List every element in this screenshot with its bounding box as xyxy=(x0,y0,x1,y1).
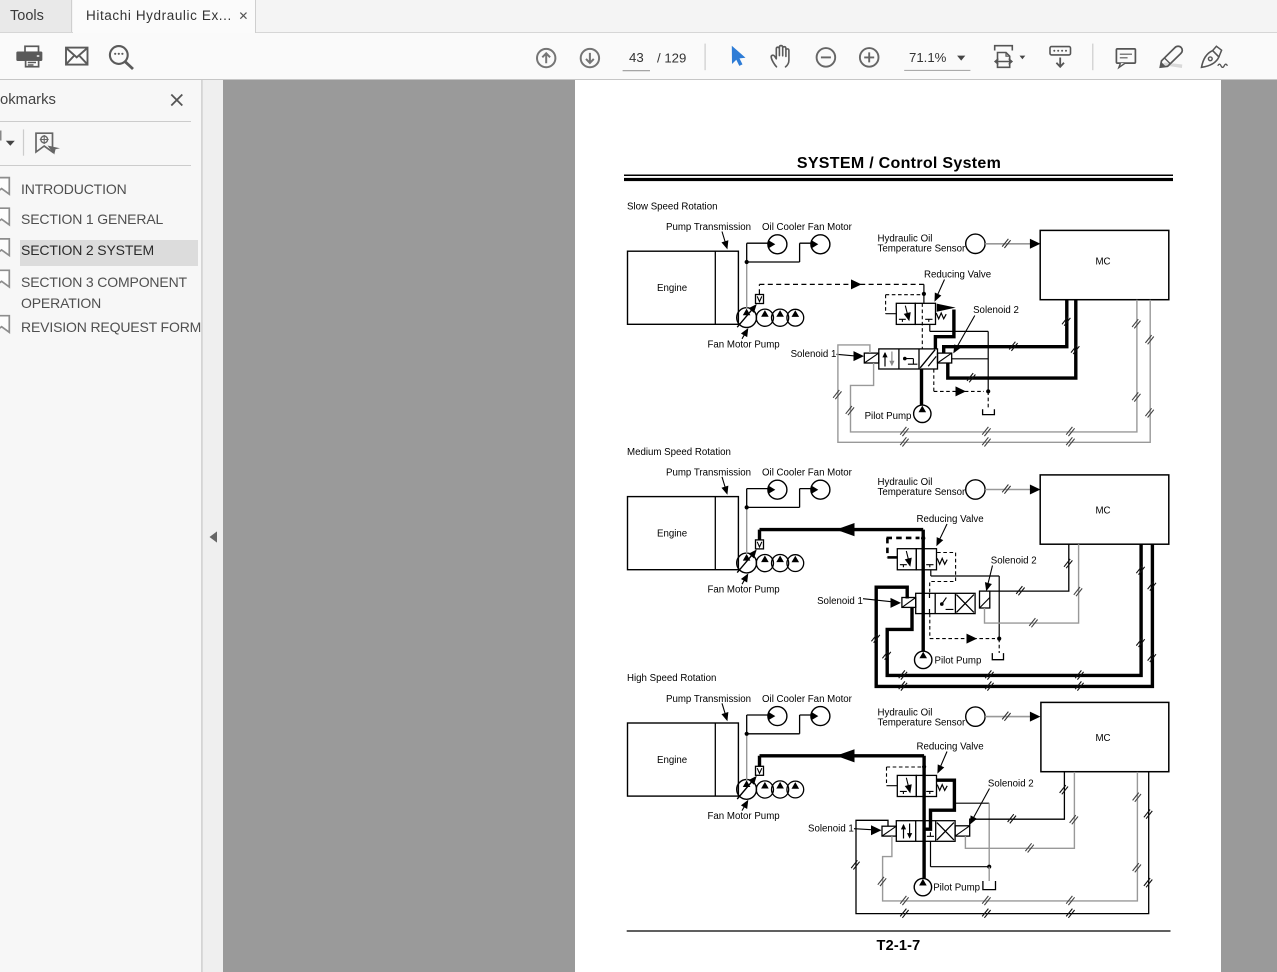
svg-text:Reducing Valve: Reducing Valve xyxy=(917,741,984,752)
svg-text:Reducing Valve: Reducing Valve xyxy=(924,269,991,280)
svg-text:Medium Speed Rotation: Medium Speed Rotation xyxy=(627,447,731,458)
svg-text:Solenoid 2: Solenoid 2 xyxy=(991,556,1037,567)
svg-text:Solenoid 1: Solenoid 1 xyxy=(791,349,837,360)
svg-text:Solenoid 2: Solenoid 2 xyxy=(973,305,1019,316)
svg-text:Solenoid 2: Solenoid 2 xyxy=(988,778,1034,789)
svg-text:Pilot Pump: Pilot Pump xyxy=(935,655,982,666)
svg-text:Solenoid 1: Solenoid 1 xyxy=(808,823,854,834)
svg-text:T2-1-7: T2-1-7 xyxy=(877,938,921,954)
svg-text:Solenoid 1: Solenoid 1 xyxy=(817,596,863,607)
svg-text:Pilot Pump: Pilot Pump xyxy=(865,411,912,422)
svg-text:Temperature Sensor: Temperature Sensor xyxy=(878,718,967,729)
svg-text:MC: MC xyxy=(1095,733,1110,744)
svg-text:43: 43 xyxy=(629,50,644,65)
svg-text:Reducing Valve: Reducing Valve xyxy=(917,514,984,525)
svg-text:/ 129: / 129 xyxy=(657,51,686,66)
svg-text:Temperature Sensor: Temperature Sensor xyxy=(878,487,967,498)
svg-text:Temperature Sensor: Temperature Sensor xyxy=(878,244,967,255)
svg-text:71.1%: 71.1% xyxy=(909,50,947,65)
svg-text:Pilot Pump: Pilot Pump xyxy=(933,882,980,893)
svg-text:MC: MC xyxy=(1095,506,1110,517)
svg-text:High Speed Rotation: High Speed Rotation xyxy=(627,673,716,684)
svg-text:Slow Speed Rotation: Slow Speed Rotation xyxy=(627,201,717,212)
svg-text:MC: MC xyxy=(1095,256,1110,267)
svg-text:SYSTEM / Control System: SYSTEM / Control System xyxy=(797,155,1001,172)
